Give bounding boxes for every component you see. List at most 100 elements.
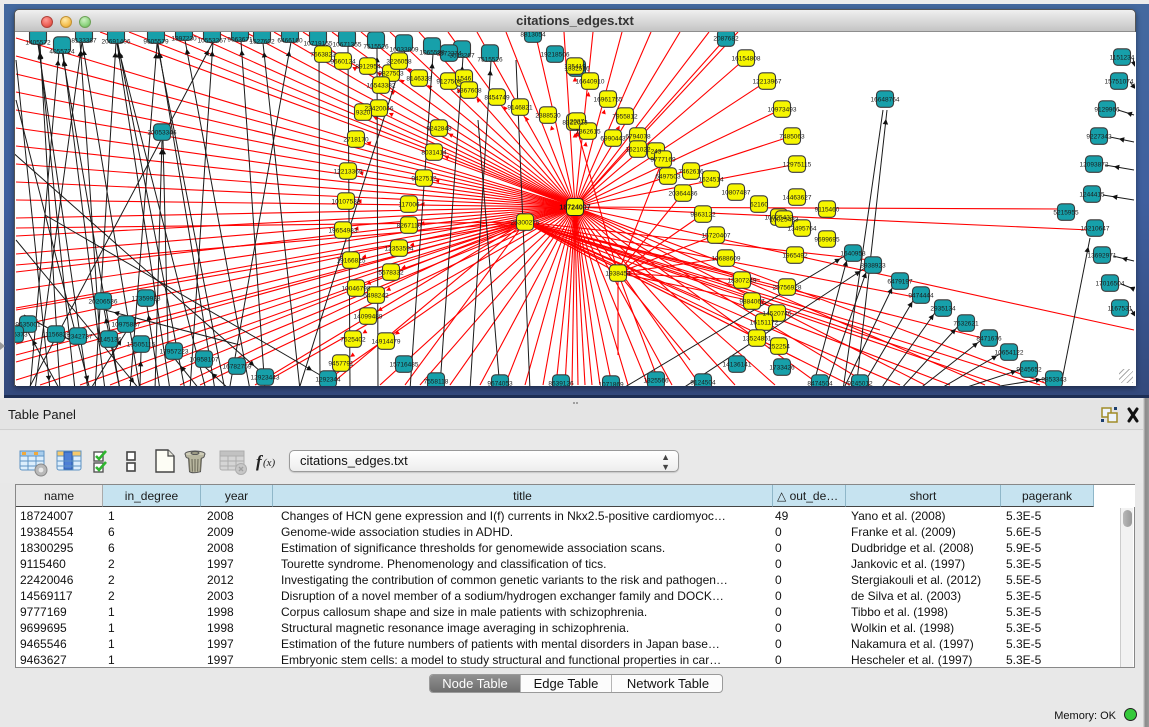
svg-text:10553267: 10553267 <box>198 38 227 45</box>
svg-text:9827503: 9827503 <box>378 70 404 77</box>
svg-text:9457791: 9457791 <box>328 360 354 367</box>
svg-text:4055724: 4055724 <box>49 49 75 56</box>
svg-text:8146328: 8146328 <box>406 75 432 82</box>
svg-text:117006: 117006 <box>398 201 420 208</box>
svg-text:9674053: 9674053 <box>487 380 513 386</box>
svg-text:5215955: 5215955 <box>1053 209 1079 216</box>
svg-text:2388520: 2388520 <box>535 112 561 119</box>
svg-text:18724007: 18724007 <box>559 205 590 212</box>
svg-text:9884067: 9884067 <box>739 298 765 305</box>
svg-text:3572274: 3572274 <box>436 50 462 57</box>
svg-text:15751074: 15751074 <box>1105 78 1134 85</box>
svg-text:9245012: 9245012 <box>847 380 873 386</box>
svg-text:20053346: 20053346 <box>148 129 177 136</box>
svg-text:12213967: 12213967 <box>753 78 782 85</box>
svg-text:13495764: 13495764 <box>788 225 817 232</box>
svg-text:10046798: 10046798 <box>342 285 371 292</box>
svg-text:1292344: 1292344 <box>315 376 341 383</box>
svg-text:6479197: 6479197 <box>887 278 913 285</box>
svg-text:1997230: 1997230 <box>171 36 197 43</box>
svg-text:10688609: 10688609 <box>712 255 741 262</box>
svg-text:16210647: 16210647 <box>1081 225 1110 232</box>
svg-text:2087682: 2087682 <box>713 35 739 42</box>
svg-text:125419: 125419 <box>564 63 586 70</box>
svg-text:10719155: 10719155 <box>304 41 333 48</box>
svg-text:10807487: 10807487 <box>722 189 751 196</box>
svg-text:19166825: 19166825 <box>337 257 366 264</box>
svg-text:20206536: 20206536 <box>89 298 118 305</box>
svg-text:16648764: 16648764 <box>871 96 900 103</box>
svg-text:10671355: 10671355 <box>333 42 362 49</box>
svg-text:(x): (x) <box>263 457 276 469</box>
svg-text:8813054: 8813054 <box>520 32 546 38</box>
svg-text:17957223: 17957223 <box>160 348 189 355</box>
svg-text:8474504: 8474504 <box>807 380 833 386</box>
svg-text:14463627: 14463627 <box>783 194 812 201</box>
svg-text:1405572: 1405572 <box>25 40 51 47</box>
svg-text:9115460: 9115460 <box>815 206 840 213</box>
svg-text:5578332: 5578332 <box>378 269 404 276</box>
svg-text:25300275: 25300275 <box>511 219 540 226</box>
svg-text:10107532: 10107532 <box>332 198 361 205</box>
svg-text:9129966: 9129966 <box>1094 106 1120 113</box>
svg-text:9660124: 9660124 <box>330 58 356 65</box>
svg-text:7558118: 7558118 <box>424 378 449 385</box>
svg-text:6497503: 6497503 <box>655 173 681 180</box>
svg-text:13692971: 13692971 <box>1088 252 1117 259</box>
svg-text:9427512: 9427512 <box>411 175 437 182</box>
svg-text:16782759: 16782759 <box>223 363 252 370</box>
svg-text:10958107: 10958107 <box>190 356 219 363</box>
svg-text:6794078: 6794078 <box>625 133 651 140</box>
svg-text:14136141: 14136141 <box>723 361 752 368</box>
svg-text:16154808: 16154808 <box>732 55 761 62</box>
svg-text:9124504: 9124504 <box>690 379 716 386</box>
svg-text:1621022: 1621022 <box>625 146 651 153</box>
svg-text:1325566: 1325566 <box>643 377 669 384</box>
svg-text:15716485: 15716485 <box>390 361 419 368</box>
svg-text:8267110: 8267110 <box>397 222 422 229</box>
svg-text:8471676: 8471676 <box>976 335 1002 342</box>
svg-text:9635001: 9635001 <box>15 321 41 328</box>
svg-text:12093872: 12093872 <box>1080 161 1109 168</box>
svg-text:3226058: 3226058 <box>386 58 412 65</box>
svg-text:9320: 9320 <box>356 109 371 116</box>
svg-text:9146821: 9146821 <box>507 104 533 111</box>
svg-text:16961755: 16961755 <box>594 96 623 103</box>
svg-text:7515526: 7515526 <box>363 44 389 51</box>
svg-text:8031414: 8031414 <box>421 149 447 156</box>
svg-text:243: 243 <box>651 148 662 155</box>
svg-text:9853343: 9853343 <box>1041 376 1067 383</box>
svg-text:17359928: 17359928 <box>132 295 161 302</box>
svg-text:6466160: 6466160 <box>277 38 303 45</box>
svg-text:7955812: 7955812 <box>612 113 638 120</box>
svg-text:12342737: 12342737 <box>64 333 93 340</box>
svg-text:1362615: 1362615 <box>575 128 601 135</box>
svg-text:18307249: 18307249 <box>728 277 757 284</box>
svg-text:20364436: 20364436 <box>669 190 698 197</box>
svg-text:1546: 1546 <box>457 75 472 82</box>
svg-text:10654122: 10654122 <box>995 349 1024 356</box>
svg-text:10025433: 10025433 <box>770 216 799 223</box>
svg-text:15720407: 15720407 <box>702 232 731 239</box>
svg-text:13505115: 13505115 <box>127 341 156 348</box>
svg-text:1938454: 1938454 <box>605 270 631 277</box>
svg-text:7485063: 7485063 <box>779 133 805 140</box>
svg-text:19654983: 19654983 <box>329 227 358 234</box>
svg-text:7663822: 7663822 <box>310 51 336 58</box>
svg-text:16543382: 16543382 <box>367 82 396 89</box>
svg-text:1167531: 1167531 <box>1108 305 1133 312</box>
svg-text:16151172: 16151172 <box>750 319 779 326</box>
svg-text:8133387: 8133387 <box>71 38 97 45</box>
svg-text:9242848: 9242848 <box>426 125 452 132</box>
svg-text:9245652: 9245652 <box>1016 366 1042 373</box>
svg-text:6990443: 6990443 <box>600 135 626 142</box>
svg-text:1733426: 1733426 <box>769 364 795 371</box>
svg-text:2935134: 2935134 <box>930 305 956 312</box>
svg-text:9863122: 9863122 <box>690 211 716 218</box>
svg-text:10973493: 10973493 <box>768 106 797 113</box>
svg-text:7515526: 7515526 <box>477 57 503 64</box>
svg-text:19218506: 19218506 <box>541 51 570 58</box>
svg-text:7632621: 7632621 <box>953 320 979 327</box>
svg-text:9699695: 9699695 <box>814 236 840 243</box>
svg-text:62160: 62160 <box>750 201 768 208</box>
